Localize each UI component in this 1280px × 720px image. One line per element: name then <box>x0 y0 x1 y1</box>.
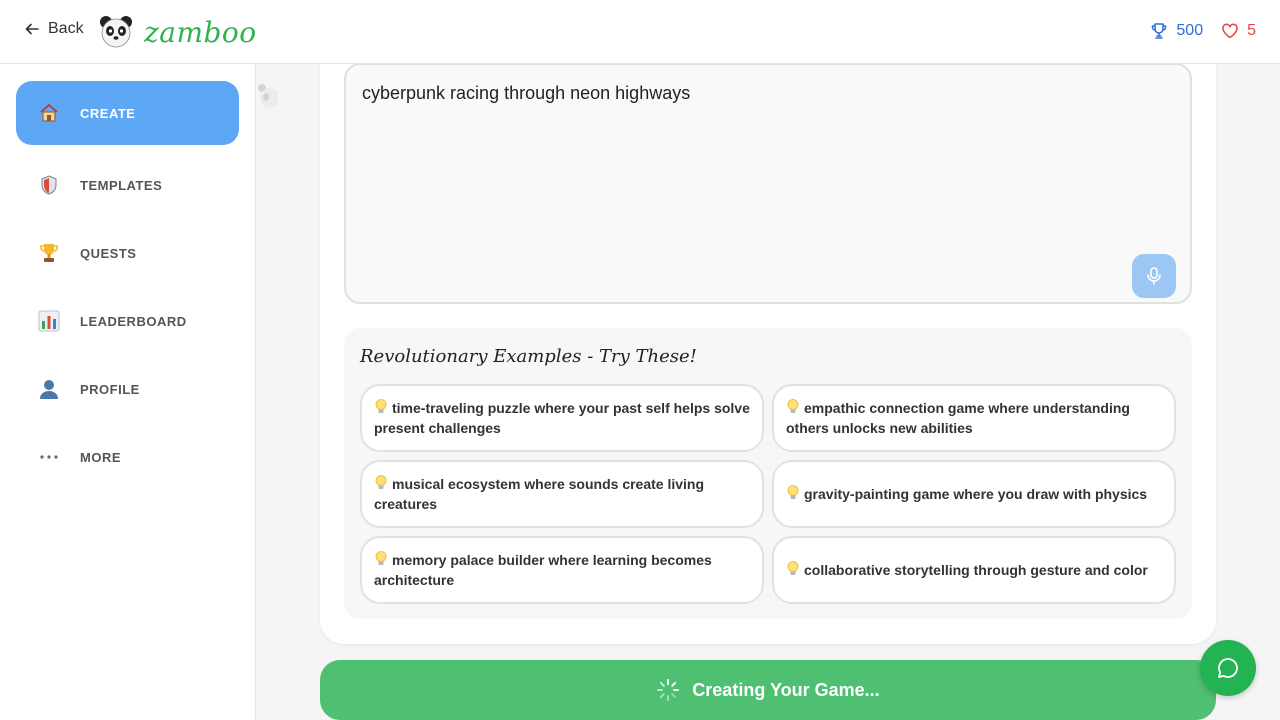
hearts-count: 5 <box>1247 22 1256 39</box>
sidebar-item-create[interactable]: CREATE <box>16 81 239 145</box>
bar-chart-icon <box>38 310 60 332</box>
example-text: empathic connection game where understan… <box>786 400 1130 436</box>
sidebar-item-profile[interactable]: PROFILE <box>16 357 239 421</box>
sidebar-item-label: TEMPLATES <box>80 177 163 193</box>
trophy-icon <box>1152 23 1167 39</box>
voice-input-button[interactable] <box>1132 254 1176 298</box>
sidebar-item-label: LEADERBOARD <box>80 313 187 329</box>
example-chip[interactable]: empathic connection game where understan… <box>772 384 1176 452</box>
panda-watermark-icon <box>258 84 278 108</box>
back-label: Back <box>48 20 84 37</box>
loading-spinner-icon <box>657 679 680 701</box>
top-header: Back zamboo 500 5 <box>0 0 1280 64</box>
microphone-icon <box>1147 267 1161 285</box>
example-chip[interactable]: memory palace builder where learning bec… <box>360 536 764 604</box>
shield-icon <box>38 174 60 196</box>
example-text: collaborative storytelling through gestu… <box>804 562 1148 578</box>
chat-bubble-icon <box>1218 658 1238 678</box>
panda-logo-icon <box>100 16 132 48</box>
create-game-button[interactable]: Creating Your Game... <box>320 660 1216 720</box>
trophy-count: 500 <box>1176 22 1204 39</box>
sidebar: CREATE TEMPLATES QUESTS LEADERBOARD PROF… <box>0 64 256 720</box>
example-text: memory palace builder where learning bec… <box>374 552 712 588</box>
app-logo[interactable]: zamboo <box>98 14 257 50</box>
sidebar-item-label: CREATE <box>80 105 136 121</box>
heart-icon <box>1222 23 1238 39</box>
example-chip[interactable]: time-traveling puzzle where your past se… <box>360 384 764 452</box>
lightbulb-icon <box>375 399 387 413</box>
lightbulb-icon <box>787 561 799 575</box>
hearts-stat[interactable]: 5 <box>1221 22 1256 40</box>
sidebar-item-leaderboard[interactable]: LEADERBOARD <box>16 289 239 353</box>
logo-text: zamboo <box>144 15 257 49</box>
arrow-left-icon <box>25 23 39 35</box>
sidebar-item-more[interactable]: MORE <box>16 425 239 489</box>
house-icon <box>38 102 60 124</box>
sidebar-item-label: MORE <box>80 449 121 465</box>
game-idea-value: cyberpunk racing through neon highways <box>362 83 691 103</box>
user-stats: 500 5 <box>1150 22 1256 40</box>
sidebar-item-label: QUESTS <box>80 245 137 261</box>
example-chip[interactable]: collaborative storytelling through gestu… <box>772 536 1176 604</box>
lightbulb-icon <box>787 485 799 499</box>
chat-button[interactable] <box>1200 640 1256 696</box>
sidebar-item-label: PROFILE <box>80 381 140 397</box>
example-text: musical ecosystem where sounds create li… <box>374 476 705 512</box>
lightbulb-icon <box>375 551 387 565</box>
trophy-icon <box>38 242 60 264</box>
sidebar-item-templates[interactable]: TEMPLATES <box>16 153 239 217</box>
example-text: gravity-painting game where you draw wit… <box>804 486 1148 502</box>
trophy-stat[interactable]: 500 <box>1150 22 1203 40</box>
examples-title: Revolutionary Examples - Try These! <box>360 346 697 367</box>
sidebar-item-quests[interactable]: QUESTS <box>16 221 239 285</box>
lightbulb-icon <box>375 475 387 489</box>
more-dots-icon <box>38 446 60 468</box>
example-chip[interactable]: musical ecosystem where sounds create li… <box>360 460 764 528</box>
lightbulb-icon <box>787 399 799 413</box>
back-button[interactable]: Back <box>24 20 84 38</box>
user-icon <box>38 378 60 400</box>
example-chip[interactable]: gravity-painting game where you draw wit… <box>772 460 1176 528</box>
create-game-label: Creating Your Game... <box>692 679 880 700</box>
example-text: time-traveling puzzle where your past se… <box>374 400 750 436</box>
game-idea-input[interactable]: cyberpunk racing through neon highways <box>344 63 1192 304</box>
